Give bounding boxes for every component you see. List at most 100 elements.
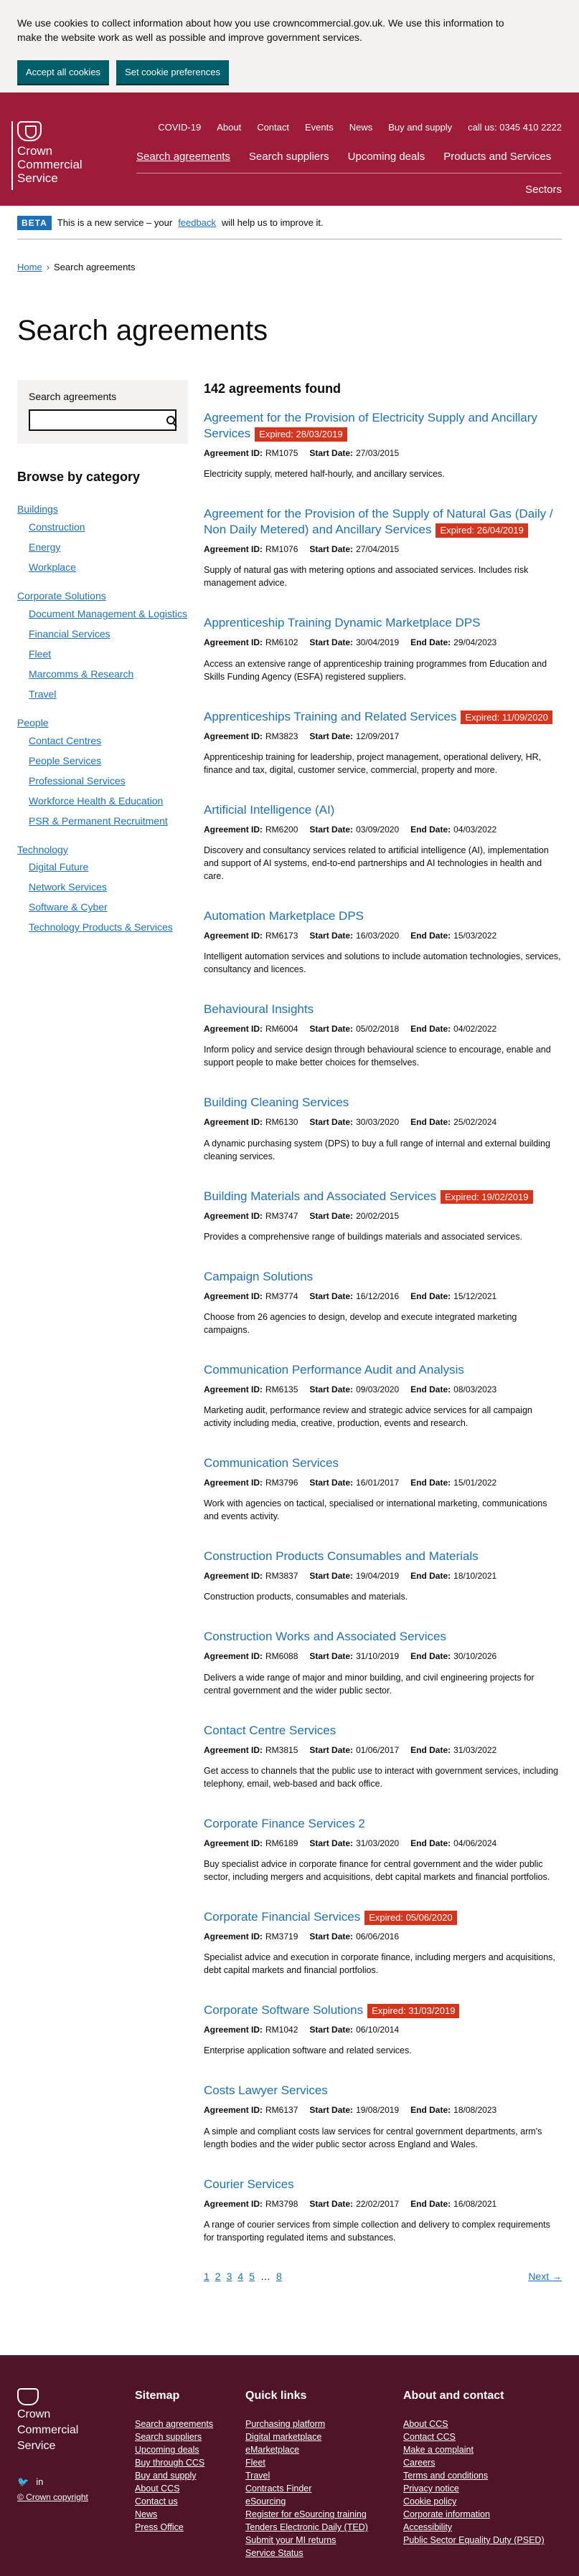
- footer-link[interactable]: Contact CCS: [403, 2430, 545, 2443]
- footer-link[interactable]: Accessibility: [403, 2521, 545, 2534]
- agreement-title-link[interactable]: Building Cleaning Services: [204, 1095, 349, 1109]
- subcategory-link[interactable]: Fleet: [29, 647, 188, 660]
- agreement-title-link[interactable]: Agreement for the Provision of Electrici…: [204, 411, 537, 440]
- subcategory-link[interactable]: Construction: [29, 521, 188, 533]
- search-button[interactable]: [166, 411, 175, 429]
- footer-link[interactable]: About CCS: [135, 2482, 213, 2495]
- footer-link[interactable]: Privacy notice: [403, 2482, 545, 2495]
- page-link[interactable]: 2: [215, 2270, 221, 2283]
- subcategory-link[interactable]: Financial Services: [29, 627, 188, 640]
- category-link[interactable]: Buildings: [17, 503, 188, 516]
- footer-link[interactable]: Register for eSourcing training: [245, 2508, 368, 2521]
- subcategory-link[interactable]: Travel: [29, 688, 188, 700]
- agreement-title-link[interactable]: Contact Centre Services: [204, 1724, 336, 1737]
- agreement-title-link[interactable]: Artificial Intelligence (AI): [204, 803, 334, 817]
- agreement-title-link[interactable]: Construction Works and Associated Servic…: [204, 1630, 446, 1643]
- nav-news[interactable]: News: [349, 121, 373, 134]
- footer-link[interactable]: Digital marketplace: [245, 2430, 368, 2443]
- page-link[interactable]: 3: [227, 2270, 232, 2283]
- subcategory-link[interactable]: Marcomms & Research: [29, 667, 188, 680]
- footer-link[interactable]: Submit your MI returns: [245, 2534, 368, 2547]
- footer-logo[interactable]: Crown Commercial Service: [17, 2387, 78, 2453]
- footer-link[interactable]: Tenders Electronic Daily (TED): [245, 2521, 368, 2534]
- page-link[interactable]: 1: [204, 2270, 210, 2283]
- nav-search-suppliers[interactable]: Search suppliers: [249, 150, 329, 164]
- footer-link[interactable]: Careers: [403, 2456, 545, 2469]
- subcategory-link[interactable]: PSR & Permanent Recruitment: [29, 814, 188, 827]
- ccs-logo[interactable]: Crown Commercial Service: [11, 121, 103, 190]
- page-link[interactable]: 5: [249, 2270, 255, 2283]
- category-link[interactable]: Technology: [17, 843, 188, 857]
- footer-link[interactable]: Corporate information: [403, 2508, 545, 2521]
- agreement-title-link[interactable]: Costs Lawyer Services: [204, 2083, 328, 2097]
- subcategory-link[interactable]: Professional Services: [29, 774, 188, 787]
- footer-link[interactable]: Contracts Finder: [245, 2482, 368, 2495]
- footer-link[interactable]: eMarketplace: [245, 2443, 368, 2456]
- subcategory-link[interactable]: Network Services: [29, 880, 188, 893]
- subcategory-link[interactable]: Workforce Health & Education: [29, 794, 188, 807]
- category-link[interactable]: Corporate Solutions: [17, 589, 188, 603]
- agreement-title-link[interactable]: Behavioural Insights: [204, 1002, 314, 1016]
- page-link[interactable]: 8: [276, 2270, 282, 2283]
- footer-link[interactable]: Press Office: [135, 2521, 213, 2534]
- nav-about[interactable]: About: [217, 121, 241, 134]
- page-link[interactable]: 4: [237, 2270, 243, 2283]
- footer-link[interactable]: Terms and conditions: [403, 2469, 545, 2482]
- nav-upcoming-deals[interactable]: Upcoming deals: [348, 150, 425, 164]
- subcategory-link[interactable]: Technology Products & Services: [29, 921, 188, 933]
- nav-events[interactable]: Events: [305, 121, 334, 134]
- subcategory-link[interactable]: People Services: [29, 754, 188, 767]
- footer-link[interactable]: Search suppliers: [135, 2430, 213, 2443]
- footer-link[interactable]: Buy through CCS: [135, 2456, 213, 2469]
- next-page-link[interactable]: Next →: [528, 2270, 562, 2283]
- subcategory-link[interactable]: Workplace: [29, 561, 188, 574]
- agreement-title-link[interactable]: Automation Marketplace DPS: [204, 909, 364, 923]
- footer-link[interactable]: Cookie policy: [403, 2495, 545, 2508]
- sectors-menu[interactable]: Sectors: [525, 183, 562, 197]
- footer-link[interactable]: Upcoming deals: [135, 2443, 213, 2456]
- agreement-title-link[interactable]: Courier Services: [204, 2177, 294, 2191]
- footer-link[interactable]: Public Sector Equality Duty (PSED): [403, 2534, 545, 2547]
- start-date: Start Date: 16/12/2016: [309, 1291, 400, 1301]
- breadcrumb-home[interactable]: Home: [17, 261, 42, 274]
- agreement-title-link[interactable]: Construction Products Consumables and Ma…: [204, 1549, 479, 1563]
- nav-search-agreements[interactable]: Search agreements: [136, 150, 230, 164]
- footer-link[interactable]: Fleet: [245, 2456, 368, 2469]
- footer-link[interactable]: Search agreements: [135, 2418, 213, 2430]
- footer-link[interactable]: Service Status: [245, 2547, 368, 2560]
- footer-link[interactable]: eSourcing: [245, 2495, 368, 2508]
- feedback-link[interactable]: feedback: [178, 217, 216, 229]
- subcategory-link[interactable]: Digital Future: [29, 860, 188, 873]
- agreement-title-link[interactable]: Communication Services: [204, 1456, 339, 1470]
- nav-buy-and-supply[interactable]: Buy and supply: [388, 121, 452, 134]
- footer-link[interactable]: Make a complaint: [403, 2443, 545, 2456]
- agreement-title-link[interactable]: Apprenticeships Training and Related Ser…: [204, 710, 456, 723]
- agreement-title-link[interactable]: Apprenticeship Training Dynamic Marketpl…: [204, 616, 481, 629]
- cookie-preferences-button[interactable]: Set cookie preferences: [116, 60, 230, 84]
- nav-products-services[interactable]: Products and Services: [443, 150, 551, 164]
- agreement-title-link[interactable]: Building Materials and Associated Servic…: [204, 1189, 436, 1203]
- agreement-title-link[interactable]: Corporate Financial Services: [204, 1910, 360, 1924]
- nav-covid[interactable]: COVID-19: [158, 121, 201, 134]
- subcategory-link[interactable]: Software & Cyber: [29, 900, 188, 913]
- subcategory-link[interactable]: Document Management & Logistics: [29, 607, 188, 620]
- nav-contact[interactable]: Contact: [257, 121, 289, 134]
- footer-link[interactable]: Purchasing platform: [245, 2418, 368, 2430]
- category-link[interactable]: People: [17, 716, 188, 730]
- search-input[interactable]: [30, 410, 166, 429]
- footer-link[interactable]: Travel: [245, 2469, 368, 2482]
- agreement-title-link[interactable]: Corporate Software Solutions: [204, 2003, 363, 2017]
- agreement-title-link[interactable]: Communication Performance Audit and Anal…: [204, 1363, 464, 1377]
- agreement-item: Costs Lawyer Services Agreement ID: RM6137…: [204, 2083, 562, 2150]
- nav-phone[interactable]: call us: 0345 410 2222: [468, 121, 562, 134]
- footer-link[interactable]: News: [135, 2508, 213, 2521]
- subcategory-link[interactable]: Contact Centres: [29, 734, 188, 747]
- agreement-title-link[interactable]: Campaign Solutions: [204, 1270, 313, 1283]
- footer-link[interactable]: Contact us: [135, 2495, 213, 2508]
- footer-link[interactable]: About CCS: [403, 2418, 545, 2430]
- accept-cookies-button[interactable]: Accept all cookies: [17, 60, 110, 84]
- agreement-title-link[interactable]: Corporate Finance Services 2: [204, 1817, 365, 1830]
- copyright-link[interactable]: © Crown copyright: [17, 2491, 88, 2503]
- subcategory-link[interactable]: Energy: [29, 541, 188, 553]
- footer-link[interactable]: Buy and supply: [135, 2469, 213, 2482]
